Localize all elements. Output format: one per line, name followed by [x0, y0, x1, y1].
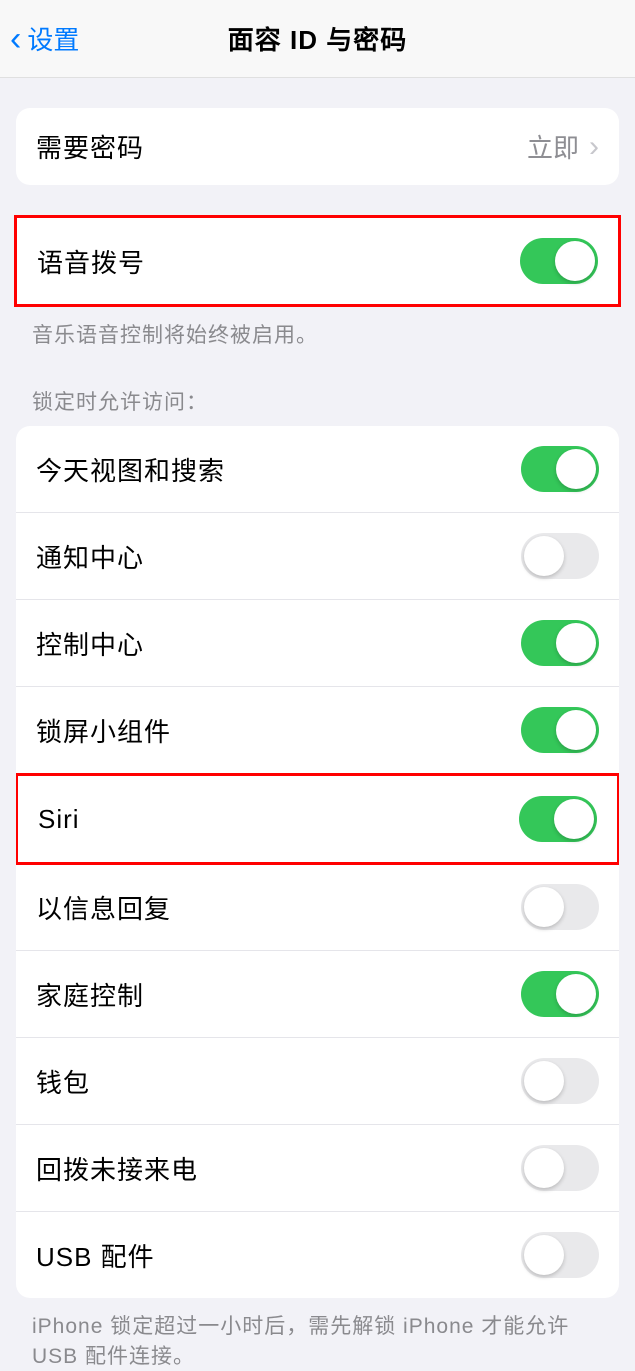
toggle-knob [524, 1235, 564, 1275]
lock-access-row-3: 锁屏小组件 [16, 687, 619, 774]
lock-access-label: 以信息回复 [36, 889, 171, 926]
lock-access-row-2: 控制中心 [16, 600, 619, 687]
toggle-knob [556, 974, 596, 1014]
lock-access-toggle-4[interactable] [519, 796, 597, 842]
toggle-knob [556, 449, 596, 489]
toggle-knob [556, 710, 596, 750]
voice-dial-label: 语音拨号 [37, 243, 145, 280]
toggle-knob [555, 241, 595, 281]
chevron-right-icon: › [589, 130, 599, 164]
toggle-knob [524, 1061, 564, 1101]
lock-access-toggle-6[interactable] [521, 971, 599, 1017]
require-passcode-group: 需要密码 立即 › [16, 108, 619, 185]
toggle-knob [524, 1148, 564, 1188]
require-passcode-value: 立即 › [527, 128, 599, 165]
require-passcode-row[interactable]: 需要密码 立即 › [16, 108, 619, 185]
lock-access-group: 今天视图和搜索通知中心控制中心锁屏小组件 Siri 以信息回复家庭控制钱包回拨未接来… [16, 426, 619, 1298]
lock-access-row-7: 钱包 [16, 1038, 619, 1125]
page-title: 面容 ID 与密码 [228, 20, 407, 57]
lock-access-row-0: 今天视图和搜索 [16, 426, 619, 513]
lock-access-row-6: 家庭控制 [16, 951, 619, 1038]
lock-access-toggle-2[interactable] [521, 620, 599, 666]
lock-access-footer: iPhone 锁定超过一小时后，需先解锁 iPhone 才能允许 USB 配件连… [0, 1298, 635, 1371]
lock-access-row-1: 通知中心 [16, 513, 619, 600]
lock-access-label: Siri [38, 804, 80, 835]
lock-access-label: 钱包 [36, 1063, 90, 1100]
lock-access-row-9: USB 配件 [16, 1212, 619, 1298]
lock-access-row-8: 回拨未接来电 [16, 1125, 619, 1212]
back-label: 设置 [27, 20, 79, 57]
lock-access-label: 控制中心 [36, 625, 144, 662]
lock-access-row-5: 以信息回复 [16, 864, 619, 951]
require-passcode-label: 需要密码 [36, 128, 144, 165]
lock-access-toggle-1[interactable] [521, 533, 599, 579]
lock-access-label: 回拨未接来电 [36, 1150, 198, 1187]
lock-access-toggle-5[interactable] [521, 884, 599, 930]
voice-dial-footer: 音乐语音控制将始终被启用。 [0, 307, 635, 350]
lock-access-header: 锁定时允许访问： [0, 350, 635, 426]
header-bar: ‹ 设置 面容 ID 与密码 [0, 0, 635, 78]
voice-dial-toggle[interactable] [520, 238, 598, 284]
back-button[interactable]: ‹ 设置 [10, 20, 79, 57]
toggle-knob [524, 536, 564, 576]
lock-access-toggle-0[interactable] [521, 446, 599, 492]
lock-access-toggle-3[interactable] [521, 707, 599, 753]
lock-access-label: USB 配件 [36, 1237, 155, 1274]
lock-access-toggle-9[interactable] [521, 1232, 599, 1278]
chevron-left-icon: ‹ [10, 22, 21, 56]
voice-dial-row: 语音拨号 [17, 218, 618, 304]
lock-access-label: 今天视图和搜索 [36, 451, 225, 488]
voice-dial-group: 语音拨号 [14, 215, 621, 307]
lock-access-row-4: Siri [16, 773, 619, 865]
toggle-knob [556, 623, 596, 663]
lock-access-label: 通知中心 [36, 538, 144, 575]
lock-access-label: 锁屏小组件 [36, 712, 171, 749]
lock-access-toggle-8[interactable] [521, 1145, 599, 1191]
lock-access-toggle-7[interactable] [521, 1058, 599, 1104]
toggle-knob [554, 799, 594, 839]
toggle-knob [524, 887, 564, 927]
lock-access-label: 家庭控制 [36, 976, 144, 1013]
